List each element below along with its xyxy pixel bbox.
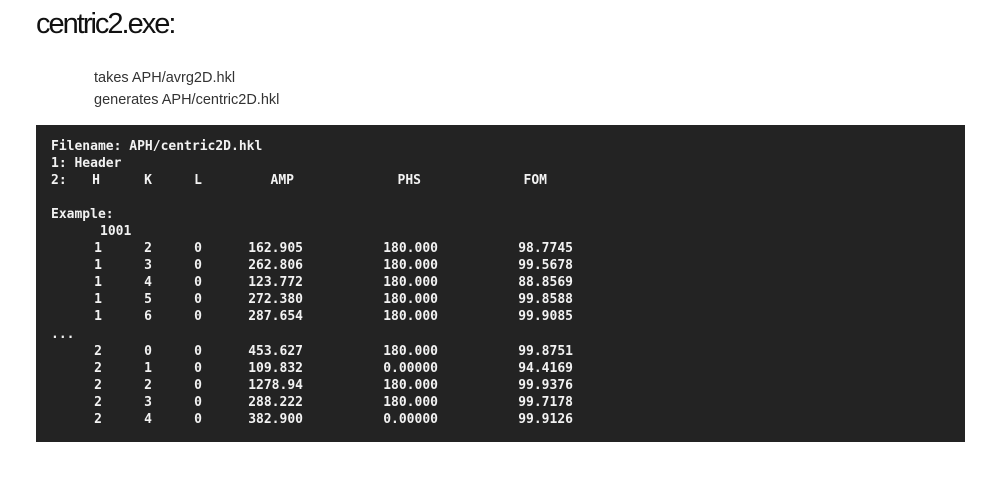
table-cell-col-fom: 88.8569 bbox=[518, 275, 573, 290]
table-cell-col-phs: 180.000 bbox=[383, 241, 438, 256]
table-cell-col-fom: 99.8588 bbox=[518, 292, 573, 307]
table-cell-col-phs: 180.000 bbox=[383, 275, 438, 290]
table-cell-col-fom: 98.7745 bbox=[518, 241, 573, 256]
table-cell-col-fom: 99.8751 bbox=[518, 344, 573, 359]
table-cell-col-amp: 272.380 bbox=[248, 292, 303, 307]
table-cell-col-phs: 180.000 bbox=[383, 258, 438, 273]
header-line: 1: Header bbox=[51, 156, 122, 171]
table-cell-col-phs: 0.00000 bbox=[383, 361, 438, 376]
table-cell-col-phs: 180.000 bbox=[383, 309, 438, 324]
table-cell-col-fom: 99.9126 bbox=[518, 412, 573, 427]
table-cell-col-amp: 262.806 bbox=[248, 258, 303, 273]
filename-line: Filename: APH/centric2D.hkl bbox=[51, 139, 263, 154]
table-cell-col-phs: 180.000 bbox=[383, 344, 438, 359]
record-count: 1001 bbox=[100, 224, 132, 239]
header-col-phs: PHS bbox=[397, 173, 421, 188]
header-col-fom: FOM bbox=[523, 173, 547, 188]
table-cell-col-amp: 287.654 bbox=[248, 309, 303, 324]
page-title: centric2.exe: bbox=[36, 8, 176, 40]
ellipsis: ... bbox=[51, 327, 75, 342]
table-cell-col-fom: 99.9376 bbox=[518, 378, 573, 393]
description-list: takes APH/avrg2D.hkl generates APH/centr… bbox=[94, 67, 279, 111]
table-cell-col-phs: 0.00000 bbox=[383, 412, 438, 427]
header-col-amp: AMP bbox=[270, 173, 294, 188]
table-cell-col-phs: 180.000 bbox=[383, 378, 438, 393]
table-cell-col-fom: 99.7178 bbox=[518, 395, 573, 410]
table-cell-col-amp: 453.627 bbox=[248, 344, 303, 359]
code-block: Filename: APH/centric2D.hkl 1: Header 2:… bbox=[36, 125, 965, 442]
table-cell-col-phs: 180.000 bbox=[383, 395, 438, 410]
table-cell-col-phs: 180.000 bbox=[383, 292, 438, 307]
table-cell-col-fom: 99.5678 bbox=[518, 258, 573, 273]
table-cell-col-amp: 382.900 bbox=[248, 412, 303, 427]
table-cell-col-amp: 288.222 bbox=[248, 395, 303, 410]
table-cell-col-amp: 162.905 bbox=[248, 241, 303, 256]
table-cell-col-amp: 1278.94 bbox=[248, 378, 303, 393]
table-cell-col-fom: 94.4169 bbox=[518, 361, 573, 376]
description-item: generates APH/centric2D.hkl bbox=[94, 92, 280, 108]
table-cell-col-amp: 123.772 bbox=[248, 275, 303, 290]
table-cell-col-amp: 109.832 bbox=[248, 361, 303, 376]
table-cell-col-fom: 99.9085 bbox=[518, 309, 573, 324]
example-label: Example: bbox=[51, 207, 114, 222]
description-item: takes APH/avrg2D.hkl bbox=[94, 70, 236, 86]
